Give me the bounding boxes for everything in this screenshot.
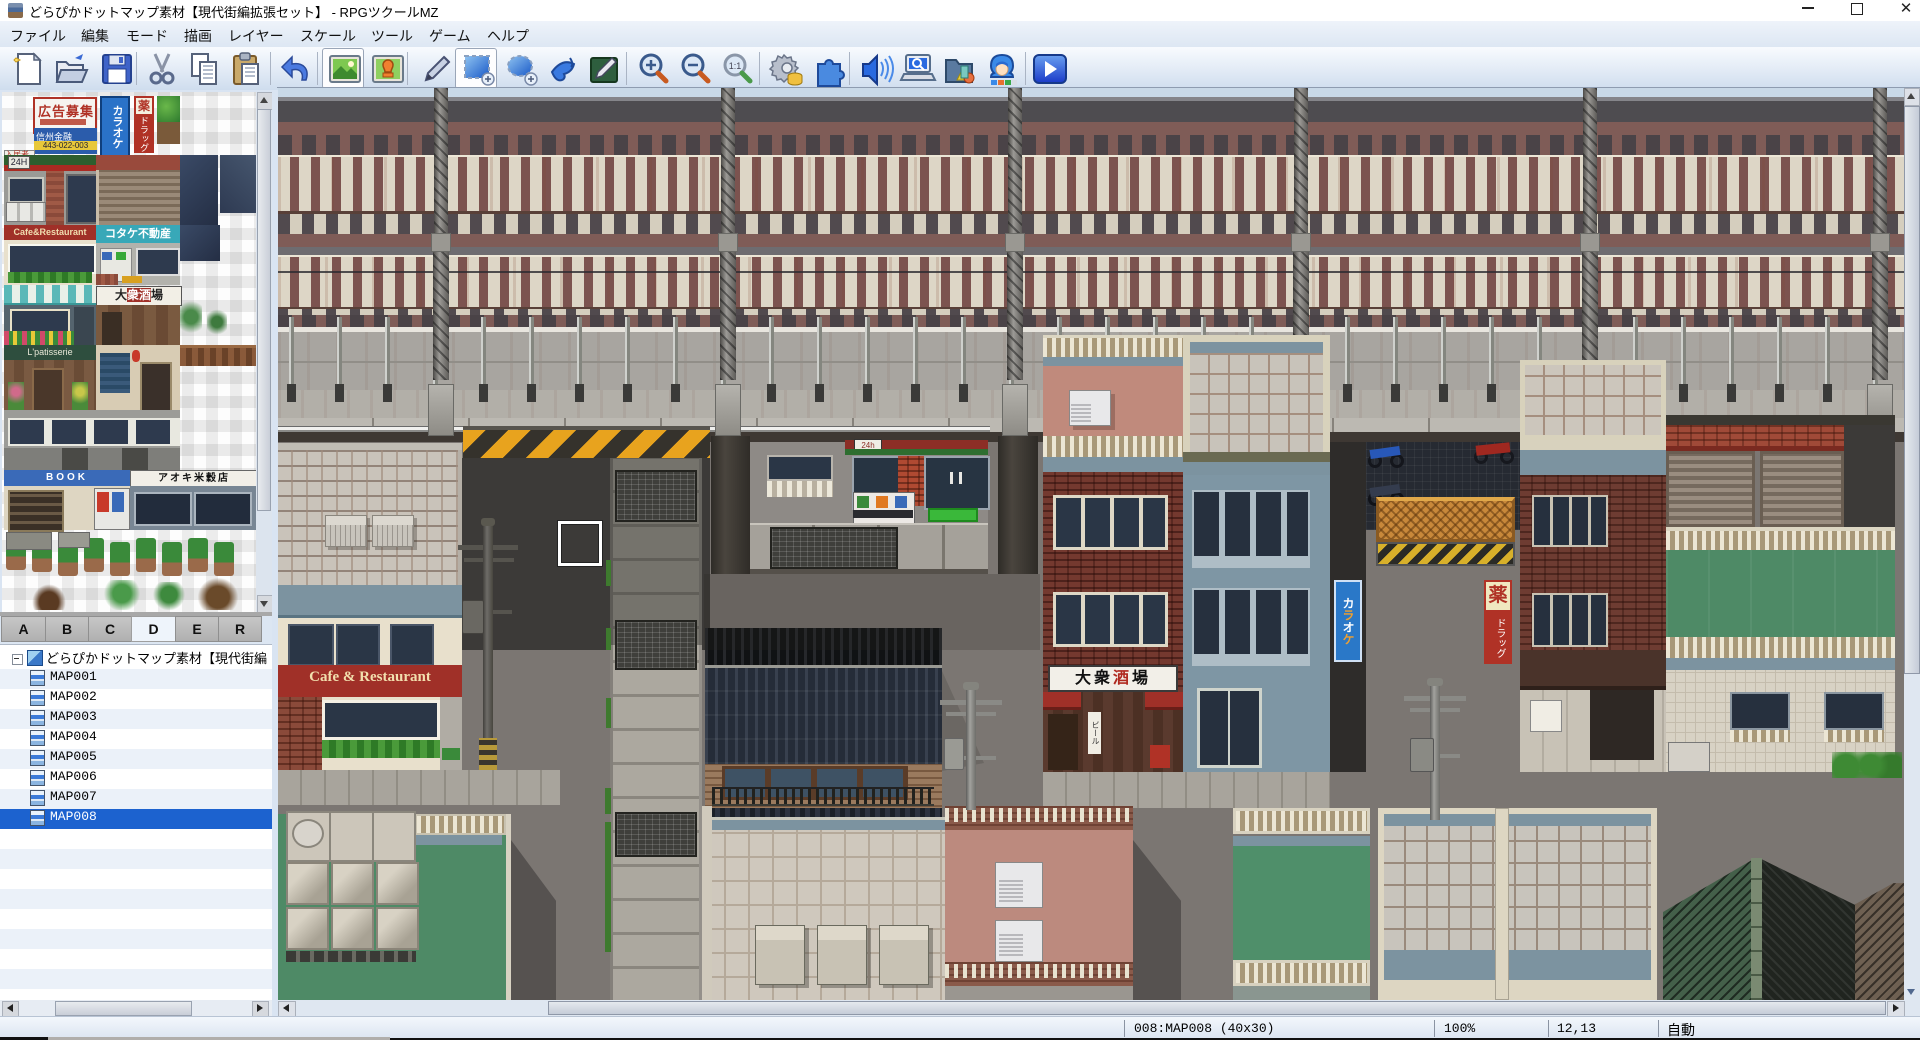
svg-text:1:1: 1:1 bbox=[729, 61, 742, 71]
